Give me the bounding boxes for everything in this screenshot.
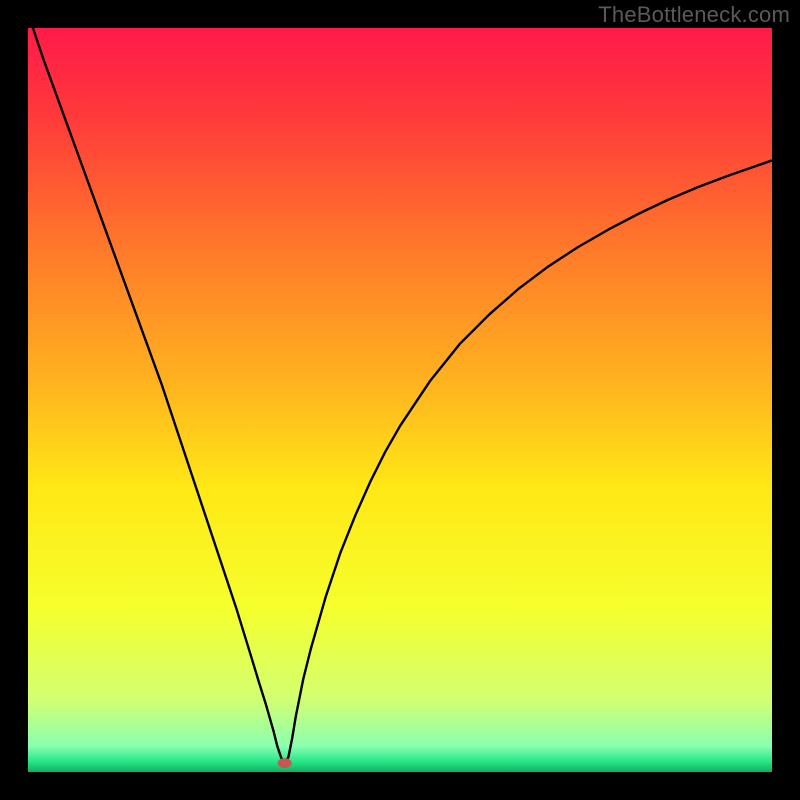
optimum-marker (278, 758, 292, 768)
chart-svg (28, 28, 772, 772)
plot-area (28, 28, 772, 772)
chart-background (28, 28, 772, 772)
watermark-text: TheBottleneck.com (598, 2, 790, 28)
chart-frame: TheBottleneck.com (0, 0, 800, 800)
